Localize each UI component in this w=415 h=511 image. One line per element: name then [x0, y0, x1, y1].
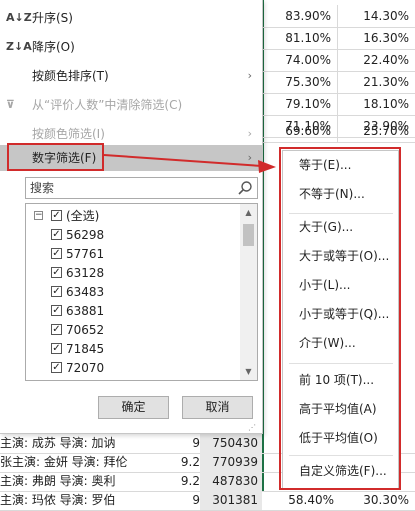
table-row[interactable]: 主演: 玛侬 导演: 罗伯 9 301381 58.40% 30.30% — [0, 491, 415, 511]
cell[interactable]: 30.30% — [340, 491, 415, 510]
annotation-arrow-icon — [103, 154, 276, 173]
cell[interactable]: 主演: 玛侬 导演: 罗伯 — [0, 491, 180, 510]
cell[interactable]: 301381 — [200, 491, 262, 510]
cell[interactable]: 9 — [180, 491, 200, 510]
cell[interactable]: 58.40% — [264, 491, 340, 510]
